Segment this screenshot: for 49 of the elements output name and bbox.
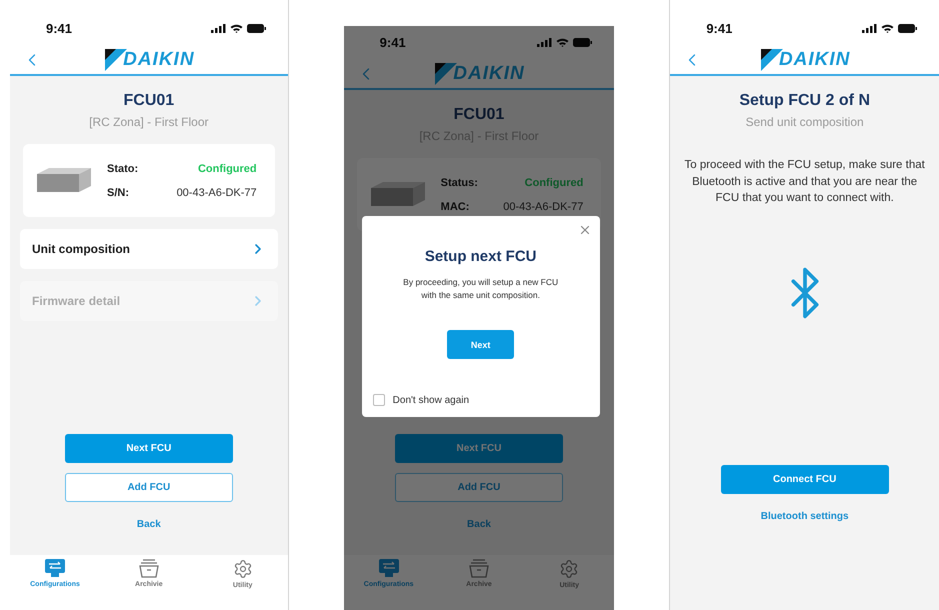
battery-icon <box>898 24 917 33</box>
checkbox-label: Don't show again <box>392 394 470 406</box>
logo-text: DAIKIN <box>123 48 195 70</box>
text-link[interactable]: Back <box>136 519 161 530</box>
field-value: 00-43-A6-DK-77 <box>503 200 584 212</box>
signal-icon <box>537 38 552 47</box>
field-label: Status: <box>440 176 478 188</box>
dialog-message: By proceeding, you will setup a new FCU with the same unit composition. <box>402 276 560 302</box>
battery-icon <box>246 24 266 33</box>
logo-text: DAIKIN <box>453 62 525 84</box>
instruction-text: To proceed with the FCU setup, make sure that Bluetooth is active and that you are near the FCU that you want to connect with. <box>683 158 926 206</box>
action-button[interactable]: Next FCU <box>64 434 233 463</box>
screen-subtitle: Send unit composition <box>744 115 865 129</box>
battery-icon <box>573 38 592 47</box>
monitor-arrows-icon <box>45 559 65 578</box>
signal-icon <box>862 24 877 33</box>
settings-icon <box>559 559 580 579</box>
field-label: S/N: <box>107 186 129 198</box>
checkbox[interactable] <box>372 394 385 406</box>
text-link[interactable]: Back <box>467 519 491 530</box>
next-button[interactable]: Next <box>447 330 514 360</box>
status-value: Configured <box>198 162 257 174</box>
status-time: 9:41 <box>46 21 72 36</box>
menu-row[interactable]: Unit composition <box>20 229 278 269</box>
monitor-arrows-icon <box>378 559 399 578</box>
screen-title: FCU01 <box>452 106 506 124</box>
field-label: Stato: <box>107 162 138 174</box>
screen-title: Setup FCU 2 of N <box>738 92 871 110</box>
status-value: Configured <box>524 176 584 188</box>
action-button[interactable]: Connect FCU <box>720 465 889 494</box>
signal-icon <box>210 24 226 33</box>
screen-title: FCU01 <box>122 92 176 110</box>
wifi-icon <box>230 24 243 33</box>
dialog-title: Setup next FCU <box>424 248 536 265</box>
wifi-icon <box>881 24 894 33</box>
text-link[interactable]: Bluetooth settings <box>760 511 849 522</box>
action-button[interactable]: Add FCU <box>64 473 233 502</box>
settings-icon <box>232 559 253 579</box>
action-button[interactable]: Add FCU <box>394 473 563 502</box>
archive-box-icon <box>138 559 159 578</box>
status-time: 9:41 <box>380 35 406 50</box>
action-button[interactable]: Next FCU <box>394 434 563 463</box>
wifi-icon <box>556 38 570 47</box>
screen-subtitle: [RC Zona] - First Floor <box>88 115 210 129</box>
field-label: MAC: <box>440 200 470 212</box>
field-value: 00-43-A6-DK-77 <box>176 186 257 198</box>
archive-box-icon <box>468 559 489 578</box>
logo-text: DAIKIN <box>778 48 850 70</box>
status-time: 9:41 <box>706 21 732 36</box>
